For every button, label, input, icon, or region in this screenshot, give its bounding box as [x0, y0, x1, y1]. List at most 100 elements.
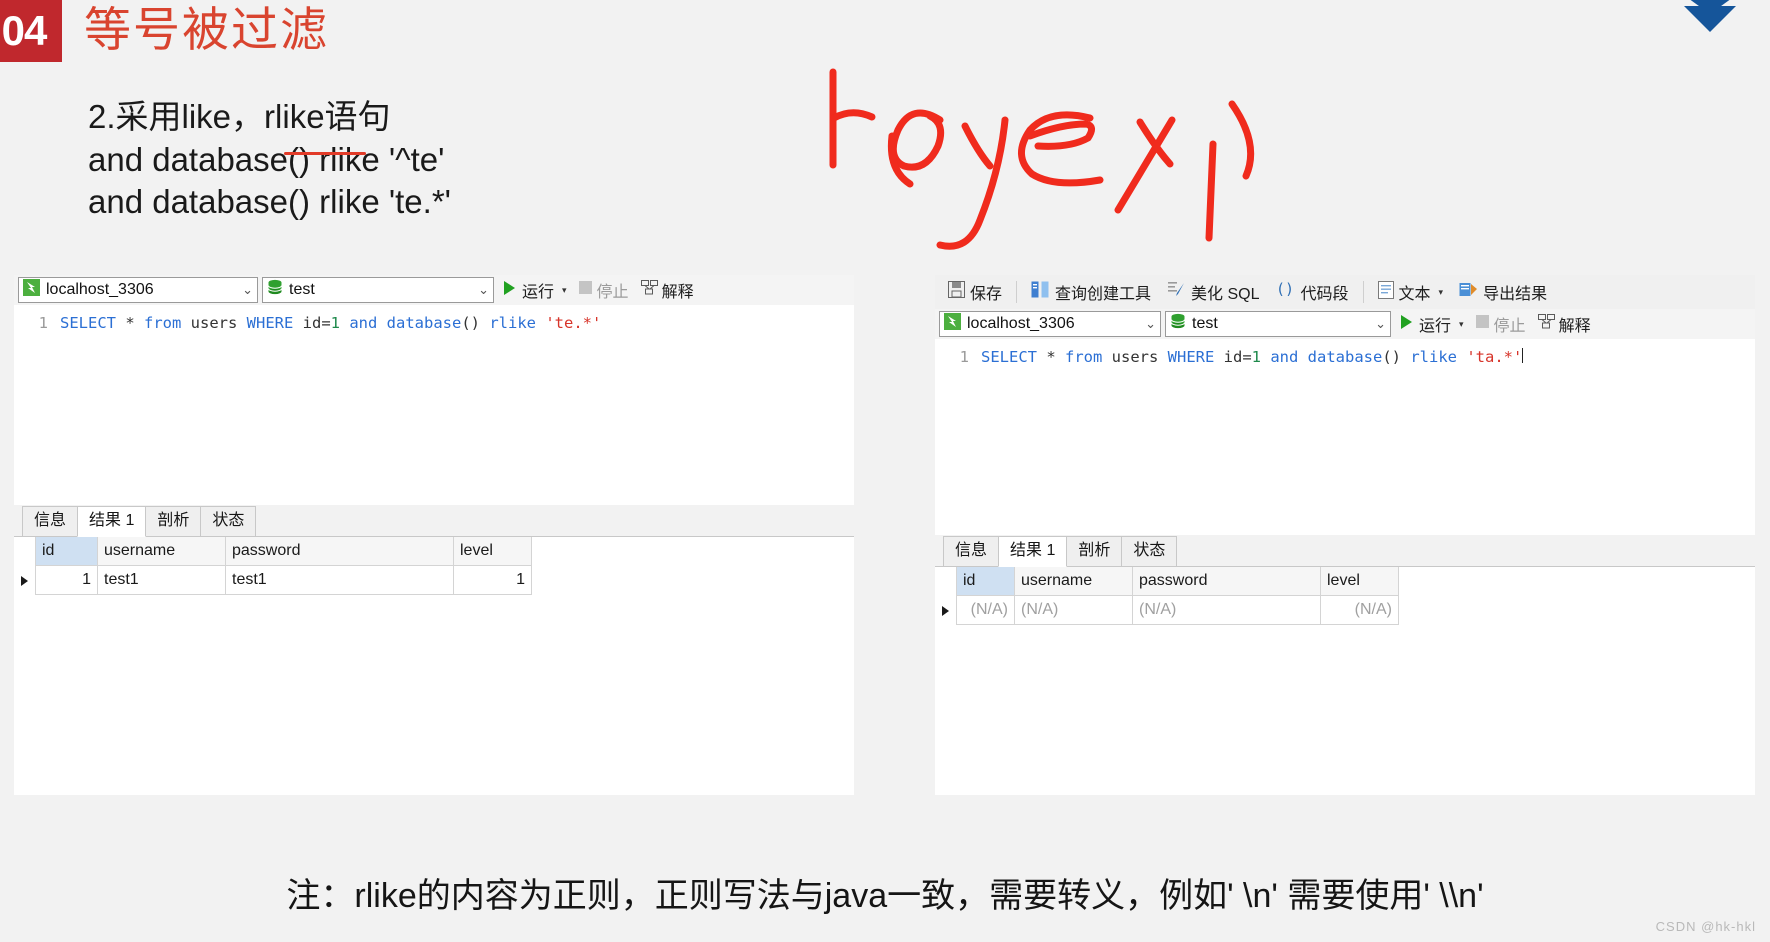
- grid-cell[interactable]: (N/A): [1321, 596, 1399, 625]
- grid-cell[interactable]: (N/A): [1015, 596, 1133, 625]
- explain-icon: [1537, 314, 1555, 334]
- grid-cell[interactable]: (N/A): [1133, 596, 1321, 625]
- connection-icon: [23, 279, 40, 301]
- toolbar-item-label: 代码段: [1300, 286, 1349, 303]
- right-connection-select[interactable]: localhost_3306 ⌄: [939, 311, 1161, 337]
- row-selector-arrow[interactable]: [14, 566, 36, 595]
- right-explain-button[interactable]: 解释: [1534, 312, 1595, 336]
- left-query-window: localhost_3306 ⌄ test ⌄ 运行 ▾ 停止 解释 1 SEL…: [14, 275, 854, 795]
- left-stop-button: 停止: [575, 278, 633, 302]
- toolbar-code-snippet-button[interactable]: () 代码段: [1269, 278, 1356, 306]
- toolbar-text-button[interactable]: 文本 ▾: [1371, 278, 1451, 306]
- left-result-grid[interactable]: id username password level 1 test1 test1 1: [14, 536, 854, 595]
- right-result-grid[interactable]: id username password level (N/A) (N/A) (N/A) (N…: [935, 566, 1755, 625]
- result-tab[interactable]: 剖析: [145, 506, 202, 536]
- sql-token: id=: [1214, 348, 1252, 366]
- sql-token: rlike: [489, 314, 536, 332]
- result-tab[interactable]: 状态: [200, 506, 257, 536]
- sql-token: from: [1065, 348, 1103, 366]
- right-result-tabs[interactable]: 信息 结果 1 剖析 状态: [935, 535, 1755, 567]
- grid-column-header[interactable]: username: [1015, 567, 1133, 596]
- sql-token: and: [340, 314, 387, 332]
- grid-cell[interactable]: (N/A): [957, 596, 1015, 625]
- bullet-line-3: and database() rlike 'te.*': [88, 183, 451, 221]
- right-database-value: test: [1192, 315, 1218, 332]
- grid-column-header[interactable]: username: [98, 537, 226, 566]
- result-tab[interactable]: 信息: [943, 536, 1000, 566]
- handwritten-regexp-annotation: [800, 60, 1270, 275]
- page-title: 等号被过滤: [84, 3, 329, 56]
- database-icon: [267, 279, 283, 301]
- section-number-badge: 04: [0, 0, 62, 62]
- grid-column-header[interactable]: id: [36, 537, 98, 566]
- left-connection-bar: localhost_3306 ⌄ test ⌄ 运行 ▾ 停止 解释: [14, 275, 854, 305]
- sql-token: rlike: [1410, 348, 1457, 366]
- toolbar-export-result-button[interactable]: 导出结果: [1452, 278, 1554, 306]
- grid-column-header[interactable]: password: [1133, 567, 1321, 596]
- toolbar-beautify-sql-button[interactable]: 美化 SQL: [1160, 278, 1266, 306]
- sql-token: and: [1261, 348, 1308, 366]
- chevron-down-icon[interactable]: ⌄: [1139, 316, 1156, 332]
- caret-down-icon[interactable]: ▾: [562, 285, 567, 296]
- sql-token: from: [144, 314, 182, 332]
- right-run-button[interactable]: 运行 ▾: [1395, 312, 1468, 336]
- grid-cell[interactable]: test1: [98, 566, 226, 595]
- grid-column-header[interactable]: password: [226, 537, 454, 566]
- result-tab[interactable]: 剖析: [1066, 536, 1123, 566]
- left-database-value: test: [289, 281, 315, 298]
- left-connection-select[interactable]: localhost_3306 ⌄: [18, 277, 258, 303]
- bullet-block: 2.采用like，rlike语句 and database() rlike '^…: [88, 96, 608, 224]
- table-row[interactable]: 1 test1 test1 1: [14, 566, 854, 595]
- sql-token: (): [461, 314, 490, 332]
- grid-column-header[interactable]: id: [957, 567, 1015, 596]
- grid-column-header[interactable]: level: [1321, 567, 1399, 596]
- toolbar-query-builder-button[interactable]: 查询创建工具: [1024, 278, 1158, 306]
- left-result-tabs[interactable]: 信息 结果 1 剖析 状态: [14, 505, 854, 537]
- left-database-select[interactable]: test ⌄: [262, 277, 494, 303]
- right-stop-button: 停止: [1472, 312, 1530, 336]
- left-explain-button[interactable]: 解释: [637, 278, 698, 302]
- left-run-button[interactable]: 运行 ▾: [498, 278, 571, 302]
- right-toolbar[interactable]: 保存 查询创建工具 美化 SQL () 代码段 文本 ▾ 导出结果: [935, 275, 1755, 309]
- left-grid-empty-area: [14, 595, 854, 713]
- result-tab[interactable]: 结果 1: [998, 536, 1068, 567]
- chevron-down-icon[interactable]: ⌄: [472, 282, 489, 298]
- row-selector-arrow[interactable]: [935, 596, 957, 625]
- sql-token: 1: [1251, 348, 1261, 366]
- grid-column-header[interactable]: level: [454, 537, 532, 566]
- result-tab[interactable]: 信息: [22, 506, 79, 536]
- result-tab[interactable]: 结果 1: [77, 506, 147, 537]
- sql-token: 'te.*': [545, 314, 602, 332]
- left-sql-editor[interactable]: 1 SELECT * from users WHERE id=1 and dat…: [14, 305, 854, 505]
- sql-token: users: [1102, 348, 1168, 366]
- caret-down-icon[interactable]: ▾: [1459, 319, 1464, 330]
- table-row[interactable]: (N/A) (N/A) (N/A) (N/A): [935, 596, 1755, 625]
- toolbar-separator: [1362, 281, 1364, 303]
- grid-header-row: id username password level: [14, 537, 854, 566]
- right-database-select[interactable]: test ⌄: [1165, 311, 1391, 337]
- chevron-down-icon[interactable]: ⌄: [1369, 316, 1386, 332]
- chevron-down-icon[interactable]: ⌄: [236, 282, 253, 298]
- sql-token: *: [1037, 348, 1065, 366]
- toolbar-item-label: 文本: [1398, 286, 1431, 303]
- sql-token: SELECT: [60, 314, 116, 332]
- grid-cell[interactable]: test1: [226, 566, 454, 595]
- sql-token: 1: [330, 314, 340, 332]
- right-sql-editor[interactable]: 1 SELECT * from users WHERE id=1 and dat…: [935, 339, 1755, 535]
- beautify-sql-icon: [1167, 281, 1186, 303]
- caret-down-icon[interactable]: ▾: [1439, 287, 1444, 298]
- svg-text:(): (): [1276, 281, 1294, 298]
- grid-cell[interactable]: 1: [36, 566, 98, 595]
- grid-cell[interactable]: 1: [454, 566, 532, 595]
- bullet-line-2: and database() rlike '^te': [88, 140, 445, 178]
- right-run-label: 运行: [1419, 318, 1452, 335]
- left-stop-label: 停止: [596, 284, 629, 301]
- result-tab[interactable]: 状态: [1121, 536, 1178, 566]
- database-icon: [1170, 313, 1186, 335]
- grid-corner: [935, 567, 957, 596]
- save-icon: [948, 281, 965, 303]
- sql-token: SELECT: [981, 348, 1037, 366]
- play-icon: [502, 280, 517, 301]
- toolbar-save-button[interactable]: 保存: [941, 278, 1009, 306]
